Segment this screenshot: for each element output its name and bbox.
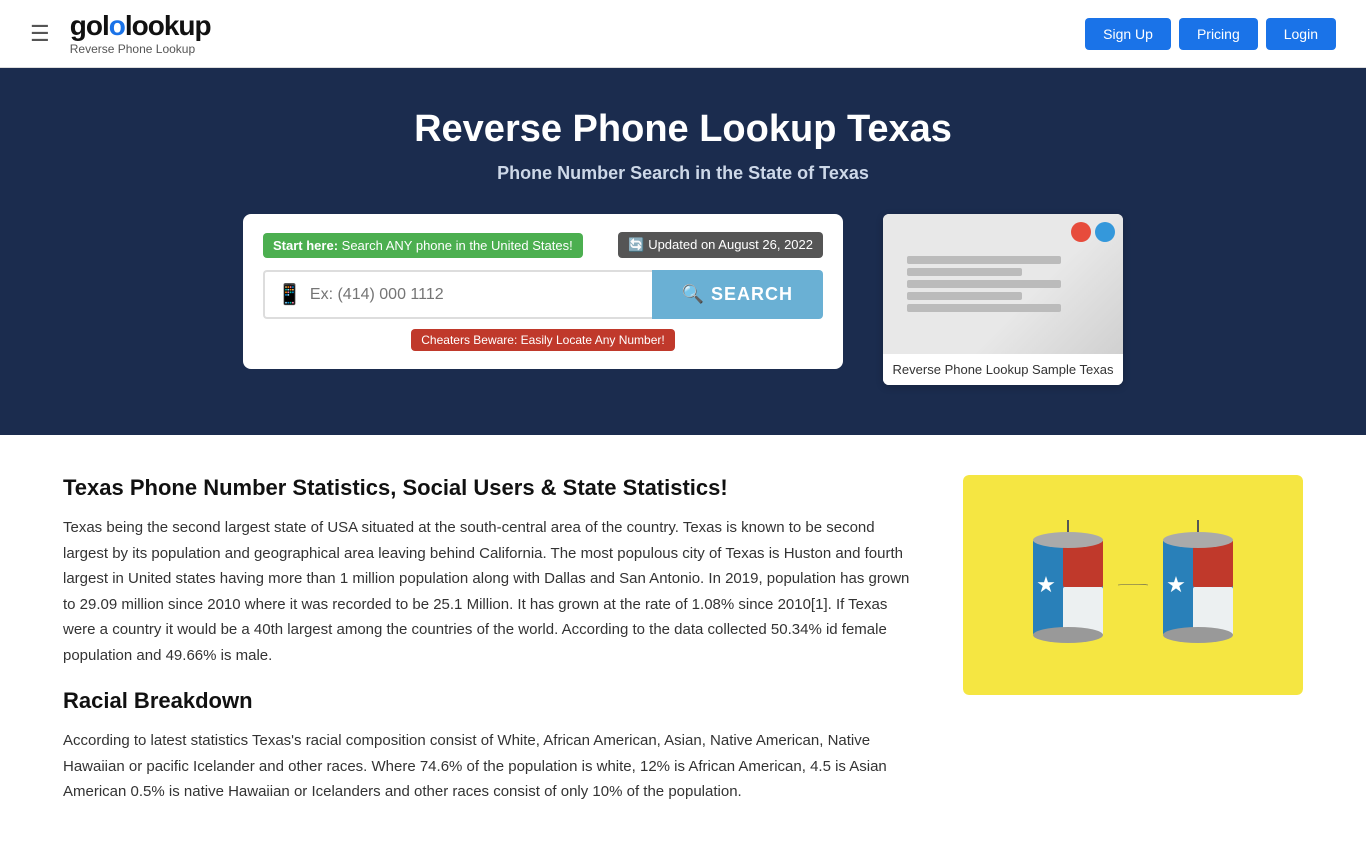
can-right-svg: ★ (1158, 520, 1238, 650)
report-badge-blue (1095, 222, 1115, 242)
logo[interactable]: gololookup Reverse Phone Lookup (70, 12, 211, 56)
navbar-buttons: Sign Up Pricing Login (1085, 18, 1336, 50)
hero-section: Reverse Phone Lookup Texas Phone Number … (0, 68, 1366, 435)
search-input-wrap: 📱 (263, 270, 652, 319)
pricing-button[interactable]: Pricing (1179, 18, 1258, 50)
section1-heading: Texas Phone Number Statistics, Social Us… (63, 475, 923, 501)
badge-updated: 🔄 Updated on August 26, 2022 (618, 232, 823, 258)
phone-icon: 📱 (277, 282, 302, 307)
wire-svg (1118, 580, 1148, 590)
report-badges (1071, 222, 1115, 242)
sample-image (883, 214, 1123, 354)
logo-n1: l (102, 10, 109, 41)
login-button[interactable]: Login (1266, 18, 1336, 50)
can-left-svg: ★ (1028, 520, 1108, 650)
section2-text: According to latest statistics Texas's r… (63, 728, 923, 805)
sample-box[interactable]: Reverse Phone Lookup Sample Texas (883, 214, 1123, 385)
hero-inner: Start here: Search ANY phone in the Unit… (30, 214, 1336, 385)
badge-start-label: Start here: (273, 238, 338, 253)
hero-subtitle: Phone Number Search in the State of Texa… (30, 163, 1336, 184)
search-top-bar: Start here: Search ANY phone in the Unit… (263, 232, 823, 258)
sample-label: Reverse Phone Lookup Sample Texas (883, 354, 1123, 385)
hamburger-icon[interactable]: ☰ (30, 21, 50, 47)
report-badge-red (1071, 222, 1091, 242)
logo-subtitle: Reverse Phone Lookup (70, 42, 195, 56)
logo-go: go (70, 10, 102, 41)
report-line (907, 256, 1061, 264)
report-lines (907, 256, 1099, 312)
search-button[interactable]: 🔍 SEARCH (652, 270, 823, 319)
badge-start-text: Search ANY phone in the United States! (342, 238, 573, 253)
content-area: Texas Phone Number Statistics, Social Us… (33, 435, 1333, 865)
section2-heading: Racial Breakdown (63, 688, 923, 714)
navbar-left: ☰ gololookup Reverse Phone Lookup (30, 12, 211, 56)
badge-cheaters: Cheaters Beware: Easily Locate Any Numbe… (411, 329, 674, 351)
texas-illustration: ★ ★ (963, 475, 1303, 695)
hero-title: Reverse Phone Lookup Texas (30, 108, 1336, 151)
search-input[interactable] (310, 286, 640, 304)
logo-rest: lookup (125, 10, 211, 41)
search-box: Start here: Search ANY phone in the Unit… (243, 214, 843, 369)
report-line (907, 280, 1061, 288)
signup-button[interactable]: Sign Up (1085, 18, 1171, 50)
search-row: 📱 🔍 SEARCH (263, 270, 823, 319)
svg-text:★: ★ (1166, 572, 1186, 597)
logo-o: o (109, 10, 125, 41)
navbar: ☰ gololookup Reverse Phone Lookup Sign U… (0, 0, 1366, 68)
logo-text: gololookup (70, 12, 211, 40)
report-line (907, 304, 1061, 312)
search-btn-label: SEARCH (711, 284, 793, 304)
section1-text: Texas being the second largest state of … (63, 515, 923, 668)
report-line (907, 268, 1022, 276)
racial-section: Racial Breakdown According to latest sta… (63, 688, 923, 805)
content-image: ★ ★ (963, 475, 1303, 695)
report-line (907, 292, 1022, 300)
svg-text:★: ★ (1036, 572, 1056, 597)
content-main: Texas Phone Number Statistics, Social Us… (63, 475, 923, 825)
badge-start: Start here: Search ANY phone in the Unit… (263, 233, 583, 258)
